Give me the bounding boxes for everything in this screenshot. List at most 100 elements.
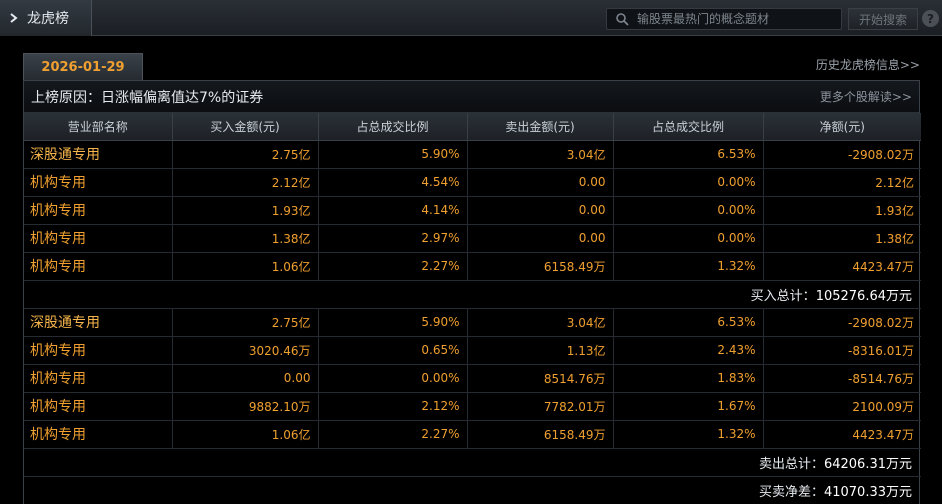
broker-name[interactable]: 机构专用 [24,392,173,421]
table-row[interactable]: 机构专用 3020.46万 0.65% 1.13亿 2.43% -8316.01万 [24,336,921,365]
table-cell: 4423.47万 [763,420,921,449]
sell-total-label: 卖出总计： [758,456,824,472]
table-row[interactable]: 机构专用 9882.10万 2.12% 7782.01万 1.67% 2100.09万 [24,392,921,421]
column-header: 买入金额(元) [172,113,319,141]
chevron-right-icon [10,13,18,23]
tab-date[interactable]: 2026-01-29 [23,53,143,81]
help-icon[interactable]: ? [922,10,939,27]
table-cell: 9882.10万 [172,392,319,421]
search-button[interactable]: 开始搜索 [848,8,918,30]
table-row[interactable]: 机构专用 1.06亿 2.27% 6158.49万 1.32% 4423.47万 [24,420,921,449]
table-cell: 4.54% [318,168,468,197]
table-row[interactable]: 深股通专用 2.75亿 5.90% 3.04亿 6.53% -2908.02万 [24,308,921,337]
broker-name[interactable]: 机构专用 [24,420,173,449]
column-header: 卖出金额(元) [467,113,614,141]
buy-total-cell: 买入总计：105276.64万元 [24,280,921,309]
table-cell: 1.32% [613,420,764,449]
table-cell: -2908.02万 [763,140,921,169]
buy-total-label: 买入总计： [750,288,816,304]
page-title: 龙虎榜 [27,11,69,27]
table-cell: 2100.09万 [763,392,921,421]
column-header: 占总成交比例 [613,113,764,141]
table-header: 营业部名称 买入金额(元) 占总成交比例 卖出金额(元) 占总成交比例 净额(元) [24,113,921,141]
search-input[interactable] [637,12,837,26]
table-cell: 0.00% [613,196,764,225]
search-icon [616,13,629,26]
table-cell: 6158.49万 [467,420,614,449]
table-cell: 1.83% [613,364,764,393]
reason-row: 上榜原因：日涨幅偏离值达7%的证券 更多个股解读>> [24,81,919,113]
table-cell: 1.93亿 [172,196,319,225]
table-cell: 1.67% [613,392,764,421]
table-row[interactable]: 机构专用 1.93亿 4.14% 0.00 0.00% 1.93亿 [24,196,921,225]
table-cell: 8514.76万 [467,364,614,393]
table-row[interactable]: 机构专用 1.06亿 2.27% 6158.49万 1.32% 4423.47万 [24,252,921,281]
table-cell: 3020.46万 [172,336,319,365]
table-cell: 1.32% [613,252,764,281]
table-cell: 4.14% [318,196,468,225]
table-cell: 0.00% [613,224,764,253]
lhb-panel: 上榜原因：日涨幅偏离值达7%的证券 更多个股解读>> 营业部名称 买入金额(元) 占… [23,80,921,504]
lhb-table: 营业部名称 买入金额(元) 占总成交比例 卖出金额(元) 占总成交比例 净额(元) 深股通… [24,113,921,504]
table-cell: 0.00 [467,168,614,197]
table-cell: 5.90% [318,140,468,169]
table-row[interactable]: 机构专用 1.38亿 2.97% 0.00 0.00% 1.38亿 [24,224,921,253]
table-row[interactable]: 机构专用 2.12亿 4.54% 0.00 0.00% 2.12亿 [24,168,921,197]
sell-total-cell: 卖出总计：64206.31万元 [24,448,921,477]
table-row[interactable]: 机构专用 0.00 0.00% 8514.76万 1.83% -8514.76万 [24,364,921,393]
table-cell: 0.65% [318,336,468,365]
table-cell: 5.90% [318,308,468,337]
table-row[interactable]: 深股通专用 2.75亿 5.90% 3.04亿 6.53% -2908.02万 [24,140,921,169]
table-cell: 1.06亿 [172,420,319,449]
table-cell: 0.00% [613,168,764,197]
table-cell: 1.38亿 [172,224,319,253]
table-cell: 0.00% [318,364,468,393]
table-cell: 0.00 [467,196,614,225]
table-cell: 2.12亿 [763,168,921,197]
table-cell: -8316.01万 [763,336,921,365]
net-total-cell: 买卖净差：41070.33万元 [24,476,921,504]
net-total: 买卖净差：41070.33万元 [24,476,921,504]
table-cell: 0.00 [172,364,319,393]
sell-total: 卖出总计：64206.31万元 [24,448,921,477]
column-header: 净额(元) [763,113,921,141]
broker-name[interactable]: 机构专用 [24,252,173,281]
column-header: 占总成交比例 [318,113,468,141]
top-bar: 龙虎榜 开始搜索 ? [0,0,942,36]
table-cell: 1.38亿 [763,224,921,253]
table-cell: 2.12亿 [172,168,319,197]
buy-total: 买入总计：105276.64万元 [24,280,921,309]
table-cell: 7782.01万 [467,392,614,421]
net-total-label: 买卖净差： [758,484,824,500]
buy-total-value: 105276.64万元 [815,288,912,304]
net-total-value: 41070.33万元 [823,484,912,500]
table-cell: 1.06亿 [172,252,319,281]
search-box[interactable] [606,8,842,30]
title-tab[interactable]: 龙虎榜 [0,0,92,36]
table-cell: 2.27% [318,420,468,449]
broker-name[interactable]: 深股通专用 [24,308,173,337]
reason-text: 上榜原因：日涨幅偏离值达7%的证券 [31,89,264,106]
table-cell: 6158.49万 [467,252,614,281]
broker-name[interactable]: 机构专用 [24,196,173,225]
broker-name[interactable]: 机构专用 [24,168,173,197]
more-analysis-link[interactable]: 更多个股解读>> [820,88,912,105]
table-cell: 6.53% [613,308,764,337]
broker-name[interactable]: 机构专用 [24,224,173,253]
broker-name[interactable]: 机构专用 [24,364,173,393]
table-cell: 2.43% [613,336,764,365]
table-cell: 3.04亿 [467,308,614,337]
broker-name[interactable]: 机构专用 [24,336,173,365]
table-cell: 4423.47万 [763,252,921,281]
table-cell: 2.12% [318,392,468,421]
table-cell: 0.00 [467,224,614,253]
table-cell: -8514.76万 [763,364,921,393]
table-cell: 1.93亿 [763,196,921,225]
table-cell: 6.53% [613,140,764,169]
table-cell: 3.04亿 [467,140,614,169]
table-cell: 2.27% [318,252,468,281]
table-cell: -2908.02万 [763,308,921,337]
broker-name[interactable]: 深股通专用 [24,140,173,169]
history-link[interactable]: 历史龙虎榜信息>> [816,56,920,73]
table-cell: 2.75亿 [172,140,319,169]
